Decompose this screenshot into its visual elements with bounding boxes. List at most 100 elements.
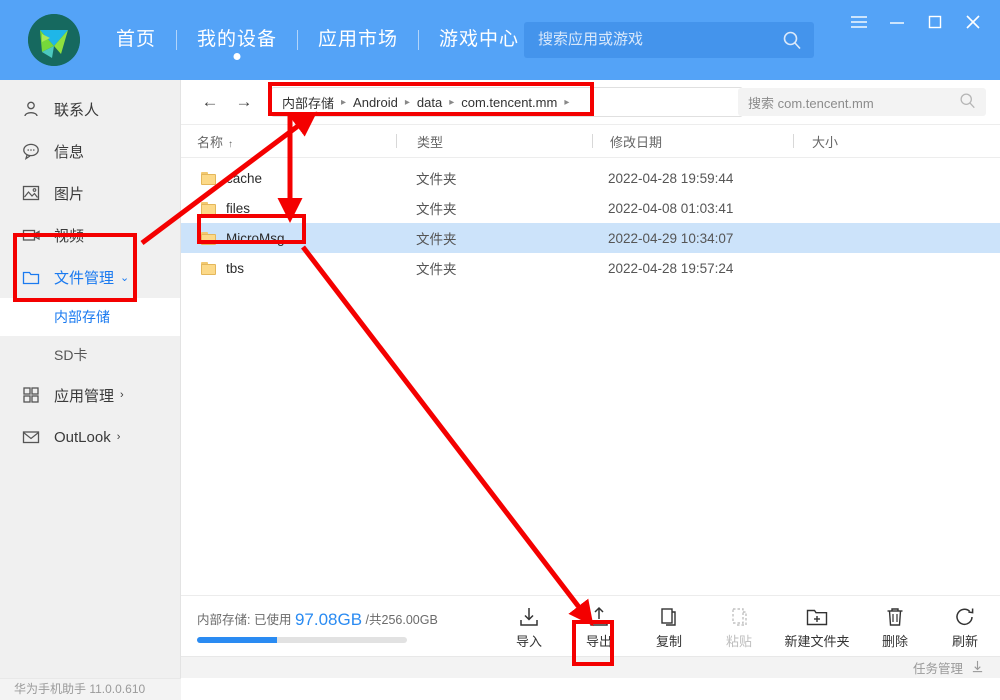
refresh-button[interactable]: 刷新	[930, 602, 1000, 650]
file-type-cell: 文件夹	[416, 232, 457, 247]
sidebar-item-contacts[interactable]: 联系人	[0, 88, 180, 130]
menu-button[interactable]	[842, 8, 876, 36]
new-folder-button[interactable]: 新建文件夹	[774, 602, 860, 650]
file-list: cache 文件夹 2022-04-28 19:59:44 files 文件夹 …	[181, 163, 1000, 283]
sidebar-item-outlook[interactable]: OutLook ›	[0, 416, 180, 458]
nav-item-3[interactable]: 游戏中心	[419, 0, 539, 80]
nav-item-label: 应用市场	[318, 29, 399, 50]
table-row[interactable]: tbs 文件夹 2022-04-28 19:57:24	[181, 253, 1000, 283]
folder-icon	[201, 261, 216, 275]
tool-label: 新建文件夹	[784, 634, 850, 649]
file-date-cell: 2022-04-28 19:57:24	[608, 260, 734, 276]
file-name-cell: files	[181, 201, 396, 216]
sidebar-item-internal-storage[interactable]: 内部存储	[0, 298, 180, 336]
breadcrumb-item-0[interactable]: 内部存储	[282, 93, 334, 112]
nav-item-label: 我的设备	[197, 29, 278, 50]
file-search-input[interactable]: 搜索 com.tencent.mm	[738, 88, 986, 116]
file-name-cell: tbs	[181, 261, 396, 276]
sidebar-item-file-management[interactable]: 文件管理 ⌄	[0, 256, 180, 298]
nav-item-label: 首页	[116, 29, 157, 50]
folder-icon	[20, 266, 42, 288]
copy-button[interactable]: 复制	[634, 602, 704, 650]
mail-icon	[20, 426, 42, 448]
forward-button[interactable]: →	[227, 85, 261, 119]
sidebar-item-messages[interactable]: 信息	[0, 130, 180, 172]
minimize-button[interactable]	[880, 8, 914, 36]
breadcrumb-item-2[interactable]: data	[417, 95, 442, 110]
column-header-label: 类型	[417, 134, 444, 150]
storage-progress-bar	[197, 637, 407, 643]
sidebar-item-videos[interactable]: 视频	[0, 214, 180, 256]
storage-prefix: 内部存储: 已使用	[197, 613, 292, 627]
file-type-cell: 文件夹	[416, 172, 457, 187]
file-action-tools: 导入 导出 复制 粘贴 新建文件夹 删除 刷新	[476, 602, 1000, 650]
search-icon[interactable]	[782, 30, 802, 50]
file-date-cell: 2022-04-28 19:59:44	[608, 170, 734, 186]
file-name: tbs	[226, 260, 245, 276]
tool-label: 删除	[881, 634, 908, 649]
table-row[interactable]: files 文件夹 2022-04-08 01:03:41	[181, 193, 1000, 223]
column-header-name[interactable]: 名称 ↑	[181, 132, 396, 151]
window-controls	[842, 8, 990, 36]
copy-icon	[658, 602, 680, 628]
breadcrumb-item-1[interactable]: Android	[353, 95, 398, 110]
export-icon	[588, 602, 610, 628]
folder-icon	[201, 231, 216, 245]
sidebar-item-label: 视频	[54, 227, 85, 245]
column-header-label: 修改日期	[610, 134, 663, 150]
column-header-label: 大小	[812, 134, 839, 150]
chevron-right-icon[interactable]: ›	[120, 389, 124, 401]
file-date-cell: 2022-04-08 01:03:41	[608, 200, 734, 216]
bottom-toolbar: 内部存储: 已使用 97.08GB /共256.00GB 导入 导出 复制 粘贴…	[181, 595, 1000, 656]
file-name: files	[226, 200, 251, 216]
new-folder-icon	[805, 602, 829, 628]
search-icon[interactable]	[959, 92, 976, 112]
breadcrumb-separator: ▸	[341, 96, 347, 108]
sidebar-item-pictures[interactable]: 图片	[0, 172, 180, 214]
sidebar-item-label: 信息	[54, 143, 85, 161]
close-button[interactable]	[956, 8, 990, 36]
sidebar-item-sd-card[interactable]: SD卡	[0, 336, 180, 374]
chevron-right-icon[interactable]: ›	[117, 431, 121, 443]
maximize-button[interactable]	[918, 8, 952, 36]
global-search-placeholder: 搜索应用或游戏	[538, 31, 644, 48]
export-button[interactable]: 导出	[564, 602, 634, 650]
column-header-type[interactable]: 类型	[397, 132, 592, 151]
sidebar-item-app-management[interactable]: 应用管理 ›	[0, 374, 180, 416]
paste-icon	[728, 602, 750, 628]
message-icon	[20, 140, 42, 162]
folder-icon	[201, 171, 216, 185]
nav-item-2[interactable]: 应用市场	[298, 0, 418, 80]
active-tab-indicator-dot	[233, 53, 241, 60]
global-search-box[interactable]: 搜索应用或游戏	[524, 22, 814, 58]
import-button[interactable]: 导入	[494, 602, 564, 650]
table-row[interactable]: cache 文件夹 2022-04-28 19:59:44	[181, 163, 1000, 193]
delete-button[interactable]: 删除	[860, 602, 930, 650]
refresh-icon	[954, 602, 976, 628]
column-headers: 名称 ↑ 类型 修改日期 大小	[181, 125, 1000, 158]
download-arrow-icon[interactable]	[971, 660, 984, 676]
paste-button[interactable]: 粘贴	[704, 602, 774, 650]
task-manager-label[interactable]: 任务管理	[913, 658, 963, 677]
breadcrumb-separator: ▸	[564, 96, 570, 108]
sidebar: 联系人 信息 图片 视频 文件管理 ⌄ 内部存储 SD卡 应用管理 › OutL…	[0, 80, 181, 678]
storage-progress-fill	[197, 637, 277, 643]
chevron-down-icon[interactable]: ⌄	[120, 271, 129, 284]
back-button[interactable]: ←	[193, 85, 227, 119]
apps-icon	[20, 384, 42, 406]
picture-icon	[20, 182, 42, 204]
huawei-hisuite-logo	[28, 14, 80, 66]
storage-summary: 内部存储: 已使用 97.08GB /共256.00GB	[181, 609, 476, 643]
breadcrumb-item-3[interactable]: com.tencent.mm	[461, 95, 557, 110]
sidebar-item-label: 文件管理	[54, 269, 115, 287]
nav-item-0[interactable]: 首页	[96, 0, 176, 80]
column-header-size[interactable]: 大小	[794, 132, 954, 151]
table-row[interactable]: MicroMsg 文件夹 2022-04-29 10:34:07	[181, 223, 1000, 253]
breadcrumb[interactable]: 内部存储 ▸ Android ▸ data ▸ com.tencent.mm ▸	[271, 87, 743, 117]
file-search-placeholder: 搜索 com.tencent.mm	[748, 95, 874, 111]
path-toolbar: ← → 内部存储 ▸ Android ▸ data ▸ com.tencent.…	[181, 80, 1000, 125]
nav-item-1[interactable]: 我的设备	[177, 0, 297, 80]
file-name-cell: MicroMsg	[181, 231, 396, 246]
file-name: cache	[226, 170, 263, 186]
column-header-date[interactable]: 修改日期	[593, 132, 793, 151]
